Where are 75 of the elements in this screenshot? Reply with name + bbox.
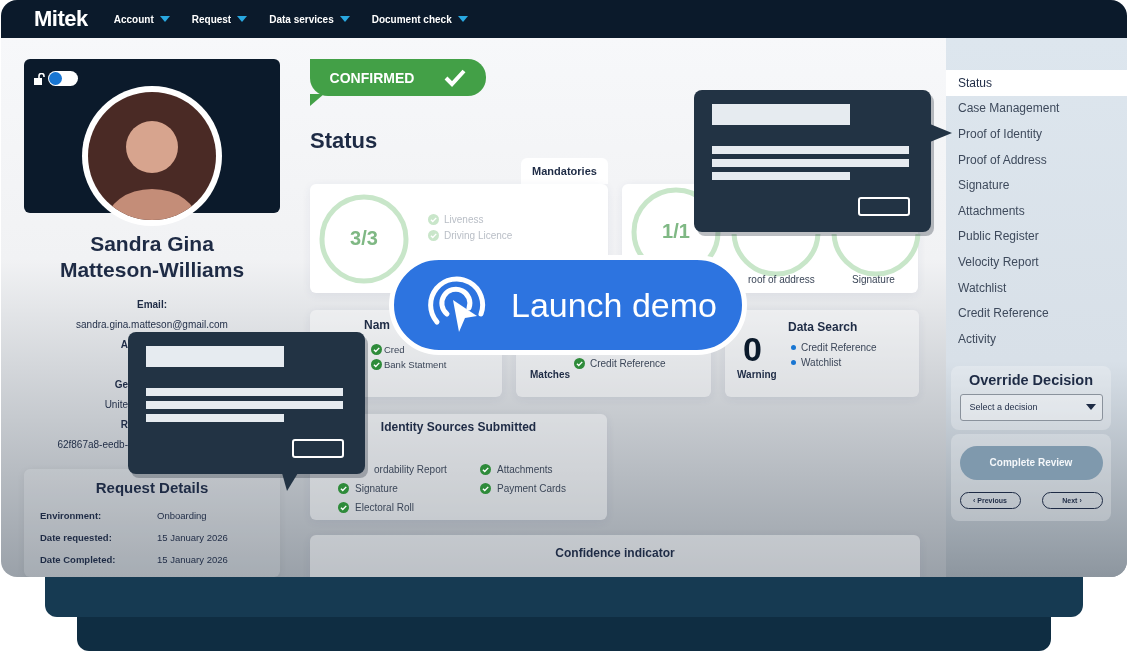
check-item: ordability Report bbox=[373, 463, 448, 477]
sidebar-item[interactable]: Signature bbox=[946, 172, 1127, 198]
caret-icon bbox=[159, 16, 170, 22]
check-icon bbox=[371, 358, 382, 370]
check-item: Signature bbox=[338, 481, 480, 496]
nav-menu[interactable]: Request bbox=[191, 13, 248, 25]
field-value: Unite bbox=[104, 399, 128, 410]
ring-label: roof of address bbox=[748, 274, 815, 285]
card-title: Confidence indicator bbox=[554, 545, 676, 560]
profile-name: Sandra Gina Matteson-Williams bbox=[59, 231, 245, 283]
bullet-item: Watchlist bbox=[791, 356, 877, 368]
detail-value: 15 January 2026 bbox=[157, 554, 229, 567]
card-label: Matches bbox=[530, 369, 570, 380]
detail-value: 15 January 2026 bbox=[157, 532, 229, 545]
sidebar-item[interactable]: Proof of Address bbox=[946, 146, 1127, 173]
ring-label: Signature bbox=[852, 274, 895, 285]
sidebar-item[interactable]: Status bbox=[946, 70, 1127, 96]
check-item: Payment Cards bbox=[480, 481, 607, 496]
badge-tail bbox=[310, 94, 324, 106]
field-value: 62f867a8-eedb- bbox=[57, 439, 128, 450]
check-item: Driving Licence bbox=[428, 230, 513, 241]
check-item: Liveness bbox=[428, 214, 513, 225]
check-item: Electoral Roll bbox=[338, 500, 480, 515]
check-icon bbox=[574, 357, 585, 369]
detail-label: Date requested: bbox=[40, 532, 113, 545]
sidebar-item[interactable]: Velocity Report bbox=[946, 249, 1127, 275]
detail-label: Environment: bbox=[40, 510, 103, 523]
ring-score: 1/1 bbox=[661, 220, 691, 243]
card-title: Nam bbox=[364, 318, 390, 332]
check-item: Bank Statment bbox=[371, 358, 447, 370]
logo: Mitek bbox=[34, 6, 88, 32]
detail-value: Onboarding bbox=[157, 510, 208, 523]
field-label: A bbox=[120, 339, 128, 350]
check-icon bbox=[428, 230, 439, 241]
decision-select[interactable]: Select a decision bbox=[959, 393, 1103, 421]
caret-icon bbox=[457, 16, 468, 22]
caret-icon bbox=[1085, 404, 1096, 411]
field-label: R bbox=[120, 419, 128, 430]
caret-icon bbox=[237, 16, 248, 22]
nav-menu[interactable]: Document check bbox=[371, 13, 468, 25]
sidebar-item[interactable]: Watchlist bbox=[946, 274, 1127, 301]
sidebar-item[interactable]: Attachments bbox=[946, 197, 1127, 224]
nav-menu[interactable]: Account bbox=[113, 13, 170, 25]
check-icon bbox=[371, 343, 382, 355]
card-title: Data Search bbox=[788, 320, 858, 334]
field-label: Ge bbox=[114, 379, 128, 390]
caret-icon bbox=[339, 16, 350, 22]
check-icon bbox=[338, 483, 349, 494]
bullet-item: Credit Reference bbox=[791, 341, 877, 353]
nav-menu[interactable]: Data services bbox=[269, 13, 350, 25]
card-title: Request Details bbox=[94, 479, 210, 496]
check-icon bbox=[428, 214, 439, 225]
sidebar-item[interactable]: Public Register bbox=[946, 223, 1127, 250]
sidebar-item[interactable]: Case Management bbox=[946, 95, 1127, 122]
toggle-switch[interactable] bbox=[48, 71, 78, 86]
card-title: Override Decision bbox=[968, 371, 1094, 388]
unlock-icon bbox=[34, 72, 45, 85]
field-label: Email: bbox=[137, 299, 167, 310]
check-item: Credit Reference bbox=[574, 357, 666, 369]
check-icon bbox=[338, 502, 349, 513]
card-label: Warning bbox=[737, 369, 777, 380]
section-heading: Status bbox=[310, 128, 378, 154]
sidebar-item[interactable]: Credit Reference bbox=[946, 300, 1127, 326]
mandatories-tab[interactable]: Mandatories bbox=[521, 158, 608, 184]
check-icon bbox=[480, 464, 491, 475]
card-title: Identity Sources Submitted bbox=[379, 419, 538, 434]
sidebar-item[interactable]: Proof of Identity bbox=[946, 121, 1127, 147]
detail-label: Date Completed: bbox=[40, 554, 117, 567]
check-icon bbox=[480, 483, 491, 494]
check-item: Attachments bbox=[480, 462, 607, 477]
field-value: sandra.gina.matteson@gmail.com bbox=[76, 319, 228, 330]
confirmed-badge: CONFIRMED bbox=[310, 59, 486, 96]
check-icon bbox=[444, 68, 467, 87]
sidebar-item[interactable]: Activity bbox=[946, 325, 1127, 352]
ring-score: 3/3 bbox=[349, 227, 379, 250]
